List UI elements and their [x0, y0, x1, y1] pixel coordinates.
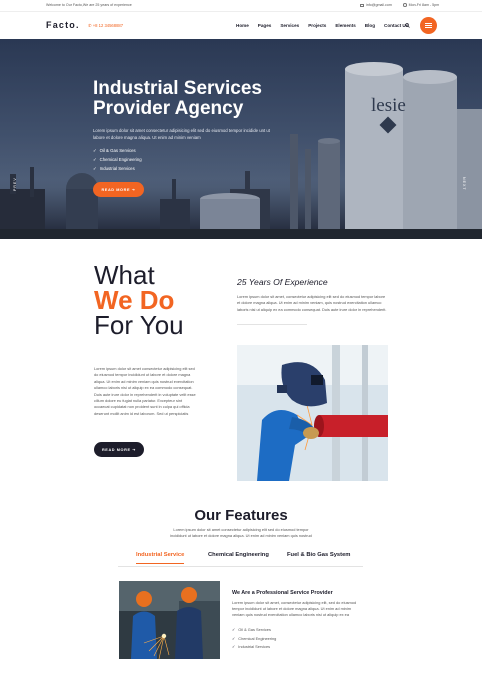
hero-list-item: Chemical Engineering — [93, 155, 142, 164]
hero-banner: lesie Industrial Services Provider Agenc… — [0, 39, 482, 239]
what-we-do-read-more-button[interactable]: READ MORE ➔ — [94, 442, 144, 457]
features-tabs: Industrial Service Chemical Engineering … — [118, 549, 363, 567]
slider-prev-button[interactable]: PREV — [13, 171, 19, 197]
tab-industrial-service[interactable]: Industrial Service — [136, 552, 185, 564]
hero-feature-list: Oil & Gas Services Chemical Engineering … — [93, 146, 142, 173]
hero-title: Industrial Services Provider Agency — [93, 78, 262, 119]
topbar-email[interactable]: info@gmail.com — [360, 3, 392, 7]
workers-photo — [119, 581, 220, 659]
nav-item-projects[interactable]: Projects — [308, 23, 326, 28]
slider-next-button[interactable]: NEXT — [460, 171, 466, 197]
features-list-item: Oil & Gas Services — [232, 626, 276, 635]
experience-title: 25 Years Of Experience — [237, 277, 328, 287]
hero-list-item: Oil & Gas Services — [93, 146, 142, 155]
phone-number: +8 12 34568887 — [92, 23, 124, 28]
hours-text: Mon-Fri 8am - 5pm — [408, 3, 440, 7]
email-icon — [360, 3, 364, 7]
nav-menu: Home Pages Services Projects Elements Bl… — [236, 23, 417, 28]
title-line: For You — [94, 310, 184, 340]
hero-read-more-button[interactable]: READ MORE ➔ — [93, 182, 144, 197]
welcome-text: Welcome to Our Facto,We are 25 years of … — [46, 3, 132, 7]
menu-icon[interactable] — [420, 17, 437, 34]
email-text: info@gmail.com — [366, 3, 392, 7]
nav-item-home[interactable]: Home — [236, 23, 249, 28]
nav-item-services[interactable]: Services — [280, 23, 299, 28]
welder-photo — [237, 345, 388, 481]
topbar-hours: Mon-Fri 8am - 5pm — [403, 3, 439, 7]
features-list-item: Industrial Services — [232, 643, 276, 652]
main-navbar: Facto. ✆ +8 12 34568887 Home Pages Servi… — [0, 12, 482, 39]
tab-fuel-bio-gas[interactable]: Fuel & Bio Gas System — [287, 552, 350, 558]
site-logo[interactable]: Facto. — [46, 20, 80, 30]
what-we-do-title: What We Do For You — [94, 262, 184, 340]
divider — [237, 324, 307, 325]
features-subtext: Lorem ipsum dolor sit amet, consectetur … — [232, 600, 357, 618]
svg-text:lesie: lesie — [371, 95, 406, 116]
features-title: Our Features — [194, 507, 288, 524]
nav-item-elements[interactable]: Elements — [335, 23, 355, 28]
features-list: Oil & Gas Services Chemical Engineering … — [232, 626, 276, 652]
hero-description: Lorem ipsum dolor sit amet consectetur a… — [93, 128, 270, 140]
hero-list-item: Industrial Services — [93, 164, 142, 173]
top-bar: Welcome to Our Facto,We are 25 years of … — [0, 0, 482, 12]
tab-chemical-engineering[interactable]: Chemical Engineering — [208, 552, 269, 558]
experience-description: Lorem ipsum dolor sit amet, consectetur … — [237, 294, 387, 312]
what-we-do-description: Lorem ipsum dolor sit amet consectetur a… — [94, 366, 196, 416]
search-icon[interactable] — [405, 23, 410, 28]
features-list-item: Chemical Engineering — [232, 635, 276, 644]
nav-item-blog[interactable]: Blog — [365, 23, 375, 28]
features-description: Lorem ipsum dolor sit amet consectetur a… — [170, 527, 312, 539]
nav-item-pages[interactable]: Pages — [258, 23, 272, 28]
clock-icon — [403, 3, 407, 7]
features-subtitle: We Are a Professional Service Provider — [232, 590, 333, 596]
nav-phone[interactable]: ✆ +8 12 34568887 — [88, 23, 123, 28]
